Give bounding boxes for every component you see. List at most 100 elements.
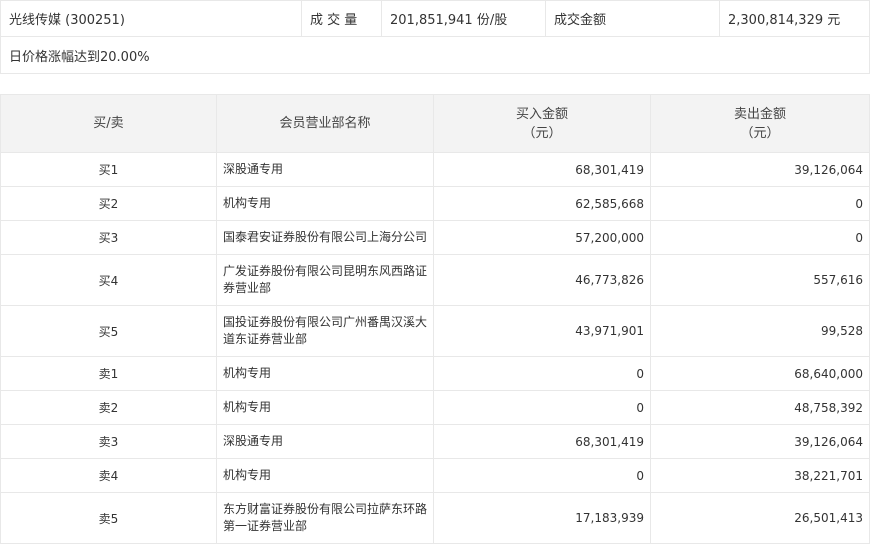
- side-text: 买2: [98, 197, 119, 211]
- header-buy-label: 买入金额: [515, 106, 568, 122]
- trade-summary-table: 光线传媒 (300251) 成 交 量 201,851,941 份/股 成交金额…: [0, 0, 870, 74]
- side-text: 卖5: [98, 511, 119, 526]
- header-sell-label: 卖出金额: [733, 106, 786, 122]
- table-row: 买2 机构专用 62,585,668 0: [0, 186, 870, 221]
- dept-text: 机构专用: [223, 468, 272, 482]
- buy-amount-text: 0: [636, 366, 644, 381]
- sell-amount-text: 38,221,701: [794, 468, 863, 483]
- sell-amount-text: 0: [855, 196, 863, 211]
- side-cell: 买3: [0, 220, 217, 255]
- dept-text: 东方财富证券股份有限公司拉萨东环路: [223, 502, 428, 516]
- listing-reason: 日价格涨幅达到20.00%: [0, 36, 870, 74]
- buy-amount-text: 62,585,668: [575, 196, 644, 211]
- dept-cell: 国投证券股份有限公司广州番禺汉溪大 道东证券营业部: [216, 305, 434, 357]
- side-cell: 卖2: [0, 390, 217, 425]
- dept-text: 国投证券股份有限公司广州番禺汉溪大: [223, 315, 428, 329]
- amount-value: 2,300,814,329 元: [719, 0, 870, 37]
- dept-cell: 机构专用: [216, 186, 434, 221]
- buy-amount-text: 68,301,419: [575, 434, 644, 449]
- sell-amount-cell: 26,501,413: [650, 492, 870, 544]
- table-row: 买1 深股通专用 68,301,419 39,126,064: [0, 152, 870, 187]
- header-side: 买/卖: [0, 94, 217, 153]
- sell-amount-cell: 39,126,064: [650, 424, 870, 459]
- side-cell: 卖3: [0, 424, 217, 459]
- buy-amount-text: 46,773,826: [575, 273, 644, 287]
- side-text: 卖3: [98, 435, 119, 449]
- side-text: 卖2: [98, 401, 119, 415]
- side-text: 买3: [98, 231, 119, 245]
- dept-cell: 机构专用: [216, 390, 434, 425]
- buy-amount-cell: 68,301,419: [433, 424, 651, 459]
- sell-amount-cell: 99,528: [650, 305, 870, 357]
- dept-text: 广发证券股份有限公司昆明东风西路证: [223, 264, 428, 278]
- table-row: 卖4 机构专用 0 38,221,701: [0, 458, 870, 493]
- summary-row: 光线传媒 (300251) 成 交 量 201,851,941 份/股 成交金额…: [0, 0, 870, 37]
- dept-text: 第一证券营业部: [223, 519, 308, 533]
- sell-amount-text: 39,126,064: [794, 162, 863, 177]
- table-row: 卖3 深股通专用 68,301,419 39,126,064: [0, 424, 870, 459]
- dept-cell: 国泰君安证券股份有限公司上海分公司: [216, 220, 434, 255]
- dept-cell: 深股通专用: [216, 424, 434, 459]
- dept-text: 机构专用: [223, 366, 272, 380]
- sell-amount-cell: 38,221,701: [650, 458, 870, 493]
- summary-note-row: 日价格涨幅达到20.00%: [0, 36, 870, 74]
- side-cell: 卖5: [0, 492, 217, 544]
- sell-amount-text: 0: [855, 230, 863, 245]
- sell-amount-text: 39,126,064: [794, 434, 863, 449]
- sell-amount-text: 99,528: [821, 324, 863, 338]
- side-text: 买4: [98, 273, 119, 288]
- side-cell: 卖4: [0, 458, 217, 493]
- sell-amount-text: 26,501,413: [794, 511, 863, 525]
- buy-amount-cell: 43,971,901: [433, 305, 651, 357]
- buy-amount-cell: 62,585,668: [433, 186, 651, 221]
- side-text: 卖4: [98, 469, 119, 483]
- buy-amount-cell: 68,301,419: [433, 152, 651, 187]
- table-row: 买4 广发证券股份有限公司昆明东风西路证 券营业部 46,773,826 557,616: [0, 254, 870, 306]
- buy-amount-cell: 46,773,826: [433, 254, 651, 306]
- side-cell: 买2: [0, 186, 217, 221]
- buy-amount-text: 0: [636, 468, 644, 483]
- table-row: 买5 国投证券股份有限公司广州番禺汉溪大 道东证券营业部 43,971,901 99,5…: [0, 305, 870, 357]
- side-cell: 买5: [0, 305, 217, 357]
- dept-cell: 机构专用: [216, 356, 434, 391]
- table-row: 卖1 机构专用 0 68,640,000: [0, 356, 870, 391]
- header-dept: 会员营业部名称: [216, 94, 434, 153]
- buy-amount-text: 57,200,000: [575, 230, 644, 245]
- table-row: 卖5 东方财富证券股份有限公司拉萨东环路 第一证券营业部 17,183,939 26,5…: [0, 492, 870, 544]
- dept-text: 国泰君安证券股份有限公司上海分公司: [223, 230, 428, 244]
- volume-label: 成 交 量: [301, 0, 382, 37]
- dept-text: 机构专用: [223, 400, 272, 414]
- sell-amount-cell: 48,758,392: [650, 390, 870, 425]
- side-cell: 卖1: [0, 356, 217, 391]
- side-text: 买1: [98, 163, 119, 177]
- dept-cell: 广发证券股份有限公司昆明东风西路证 券营业部: [216, 254, 434, 306]
- side-cell: 买4: [0, 254, 217, 306]
- dept-cell: 深股通专用: [216, 152, 434, 187]
- sell-amount-cell: 39,126,064: [650, 152, 870, 187]
- dept-text: 深股通专用: [223, 434, 284, 448]
- buy-amount-cell: 17,183,939: [433, 492, 651, 544]
- table-row: 买3 国泰君安证券股份有限公司上海分公司 57,200,000 0: [0, 220, 870, 255]
- sell-amount-text: 557,616: [813, 273, 863, 287]
- header-dept-label: 会员营业部名称: [279, 116, 371, 131]
- dept-text: 道东证券营业部: [223, 332, 308, 346]
- dept-text: 券营业部: [223, 281, 272, 295]
- sell-amount-cell: 0: [650, 186, 870, 221]
- header-side-label: 买/卖: [93, 116, 124, 131]
- buy-amount-text: 68,301,419: [575, 162, 644, 177]
- sell-amount-cell: 557,616: [650, 254, 870, 306]
- buy-amount-text: 17,183,939: [575, 511, 644, 525]
- buy-amount-cell: 57,200,000: [433, 220, 651, 255]
- sell-amount-cell: 0: [650, 220, 870, 255]
- volume-value: 201,851,941 份/股: [381, 0, 546, 37]
- amount-label: 成交金额: [545, 0, 720, 37]
- buy-amount-cell: 0: [433, 356, 651, 391]
- trading-detail-table: 买/卖 会员营业部名称 买入金额 （元） 卖出金额 （元） 买1 深股通专用 68,30…: [0, 94, 870, 544]
- sell-amount-cell: 68,640,000: [650, 356, 870, 391]
- header-sell-unit: （元）: [740, 125, 780, 141]
- stock-name: 光线传媒 (300251): [0, 0, 302, 37]
- header-buy: 买入金额 （元）: [433, 94, 651, 153]
- header-sell: 卖出金额 （元）: [650, 94, 870, 153]
- buy-amount-text: 0: [636, 400, 644, 415]
- dept-cell: 东方财富证券股份有限公司拉萨东环路 第一证券营业部: [216, 492, 434, 544]
